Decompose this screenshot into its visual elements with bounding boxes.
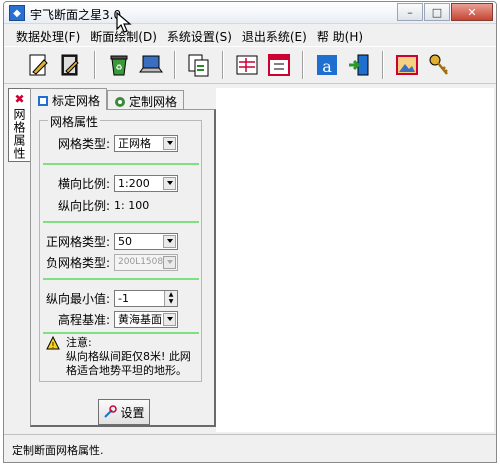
menu-bar: 数据处理(F) 断面绘制(D) 系统设置(S) 退出系统(E) 帮 助(H)	[4, 25, 496, 45]
green-divider	[43, 332, 199, 334]
toolbar-table-button[interactable]	[264, 50, 294, 80]
h-scale-value: 1:200	[118, 176, 150, 190]
h-scale-select[interactable]: 1:200	[114, 174, 178, 192]
toolbar: ♻ a	[4, 46, 496, 84]
note-body: 纵向格纵间距仅8米! 此网格适合地势平坦的地形。	[66, 350, 191, 377]
maximize-button[interactable]: □	[424, 3, 450, 21]
picture-icon	[396, 55, 418, 75]
tab-calibrate-grid-label: 标定网格	[52, 94, 101, 108]
exit-door-icon	[349, 54, 369, 76]
toolbar-laptop-button[interactable]	[136, 50, 166, 80]
tab-custom-grid[interactable]: 定制网格	[107, 90, 185, 110]
warning-icon: !	[46, 336, 60, 350]
group-title: 网格属性	[48, 113, 101, 130]
v-scale-label: 纵向比例:	[57, 198, 110, 213]
grid-type-select[interactable]: 正网格	[114, 134, 178, 152]
menu-help[interactable]: 帮 助(H)	[313, 25, 369, 45]
elev-base-label: 高程基准:	[57, 312, 110, 327]
chevron-down-icon[interactable]	[163, 234, 176, 248]
toolbar-keys-button[interactable]	[424, 50, 454, 80]
grid-properties-icon: ✖	[14, 92, 25, 106]
tab-panel: 网格属性 网格类型: 正网格 横向比例: 1:200 纵向比例: 1: 100 …	[30, 109, 216, 427]
settings-tool-icon	[104, 405, 118, 418]
copy-icon	[188, 54, 209, 77]
status-text: 定制断面网格属性.	[12, 443, 104, 457]
toolbar-font-button[interactable]: a	[312, 50, 342, 80]
green-divider	[43, 221, 199, 223]
set-button-label: 设置	[120, 405, 145, 420]
grid-type-value: 正网格	[118, 137, 151, 150]
toolbar-image-button[interactable]	[392, 50, 422, 80]
vertical-tab-grid-properties[interactable]: ✖ 网格属性	[8, 88, 30, 162]
menu-data-processing[interactable]: 数据处理(F)	[12, 25, 86, 45]
status-bar: 定制断面网格属性.	[4, 434, 496, 462]
h-scale-label: 横向比例:	[57, 176, 110, 191]
v-min-value: -1	[118, 291, 129, 305]
toolbar-edit-doc-button[interactable]	[56, 50, 86, 80]
custom-grid-icon	[115, 96, 126, 107]
tab-calibrate-grid[interactable]: 标定网格	[30, 88, 108, 110]
recycle-bin-icon: ♻	[110, 55, 128, 76]
pos-grid-type-value: 50	[118, 234, 132, 248]
spin-down-icon[interactable]: ▼	[164, 298, 177, 306]
toolbar-separator	[222, 51, 224, 79]
chevron-down-icon	[163, 255, 176, 269]
note-title: 注意:	[66, 336, 92, 349]
chevron-down-icon[interactable]	[163, 136, 176, 150]
pos-grid-type-label: 正网格类型:	[45, 234, 110, 249]
grid-properties-group: 网格属性 网格类型: 正网格 横向比例: 1:200 纵向比例: 1: 100 …	[39, 113, 202, 382]
neg-grid-type-select: 200L150820	[114, 253, 178, 271]
section-chart-icon	[236, 55, 258, 75]
laptop-icon	[139, 55, 163, 73]
neg-grid-type-label: 负网格类型:	[45, 255, 110, 270]
canvas-area[interactable]	[216, 88, 494, 432]
toolbar-separator	[302, 51, 304, 79]
menu-exit-system[interactable]: 退出系统(E)	[238, 25, 313, 45]
minimize-button[interactable]: –	[397, 3, 423, 21]
table-icon	[268, 54, 290, 76]
spin-up-icon[interactable]: ▲	[164, 290, 177, 298]
app-window: ◆ 宇飞断面之星3.0 – □ ✕ 数据处理(F) 断面绘制(D) 系统设置(S…	[3, 1, 497, 463]
green-divider	[43, 278, 199, 280]
v-min-label: 纵向最小值:	[45, 291, 110, 306]
tab-strip: 标定网格 定制网格	[30, 88, 185, 110]
doc-pencil-icon	[29, 54, 48, 76]
tab-custom-grid-label: 定制网格	[129, 95, 178, 109]
vertical-tab-label: 网格属性	[12, 108, 26, 160]
keys-icon	[429, 54, 448, 75]
grid-settings-panel: 标定网格 定制网格 网格属性 网格类型: 正网格 横向比例: 1:200 纵向比…	[30, 88, 216, 428]
set-button[interactable]: 设置	[98, 399, 150, 425]
svg-text:♻: ♻	[115, 63, 122, 72]
close-button[interactable]: ✕	[451, 3, 493, 21]
elev-base-select[interactable]: 黄海基面	[114, 310, 178, 328]
toolbar-exit-button[interactable]	[344, 50, 374, 80]
svg-text:a: a	[322, 57, 332, 76]
menu-system-settings[interactable]: 系统设置(S)	[163, 25, 238, 45]
calibrate-grid-icon	[38, 95, 48, 106]
chevron-down-icon[interactable]	[163, 176, 176, 190]
app-icon[interactable]: ◆	[9, 5, 25, 21]
green-divider	[43, 163, 199, 165]
chevron-down-icon[interactable]	[163, 312, 176, 326]
toolbar-new-doc-button[interactable]	[24, 50, 54, 80]
toolbar-separator	[94, 51, 96, 79]
pos-grid-type-select[interactable]: 50	[114, 232, 178, 250]
grid-type-label: 网格类型:	[57, 136, 110, 151]
toolbar-recycle-button[interactable]: ♻	[104, 50, 134, 80]
font-a-icon: a	[317, 55, 337, 76]
doc-edit-icon	[61, 54, 79, 76]
window-title: 宇飞断面之星3.0	[30, 8, 122, 22]
toolbar-copy-button[interactable]	[184, 50, 214, 80]
v-scale-value: 1: 100	[114, 198, 150, 212]
v-min-spinner[interactable]: -1 ▲ ▼	[114, 289, 178, 307]
toolbar-separator	[382, 51, 384, 79]
toolbar-section-chart-button[interactable]	[232, 50, 262, 80]
elev-base-value: 黄海基面	[118, 313, 162, 326]
menu-section-drawing[interactable]: 断面绘制(D)	[86, 25, 163, 45]
title-bar: ◆ 宇飞断面之星3.0 – □ ✕	[4, 2, 496, 33]
svg-text:!: !	[51, 341, 54, 350]
toolbar-separator	[174, 51, 176, 79]
